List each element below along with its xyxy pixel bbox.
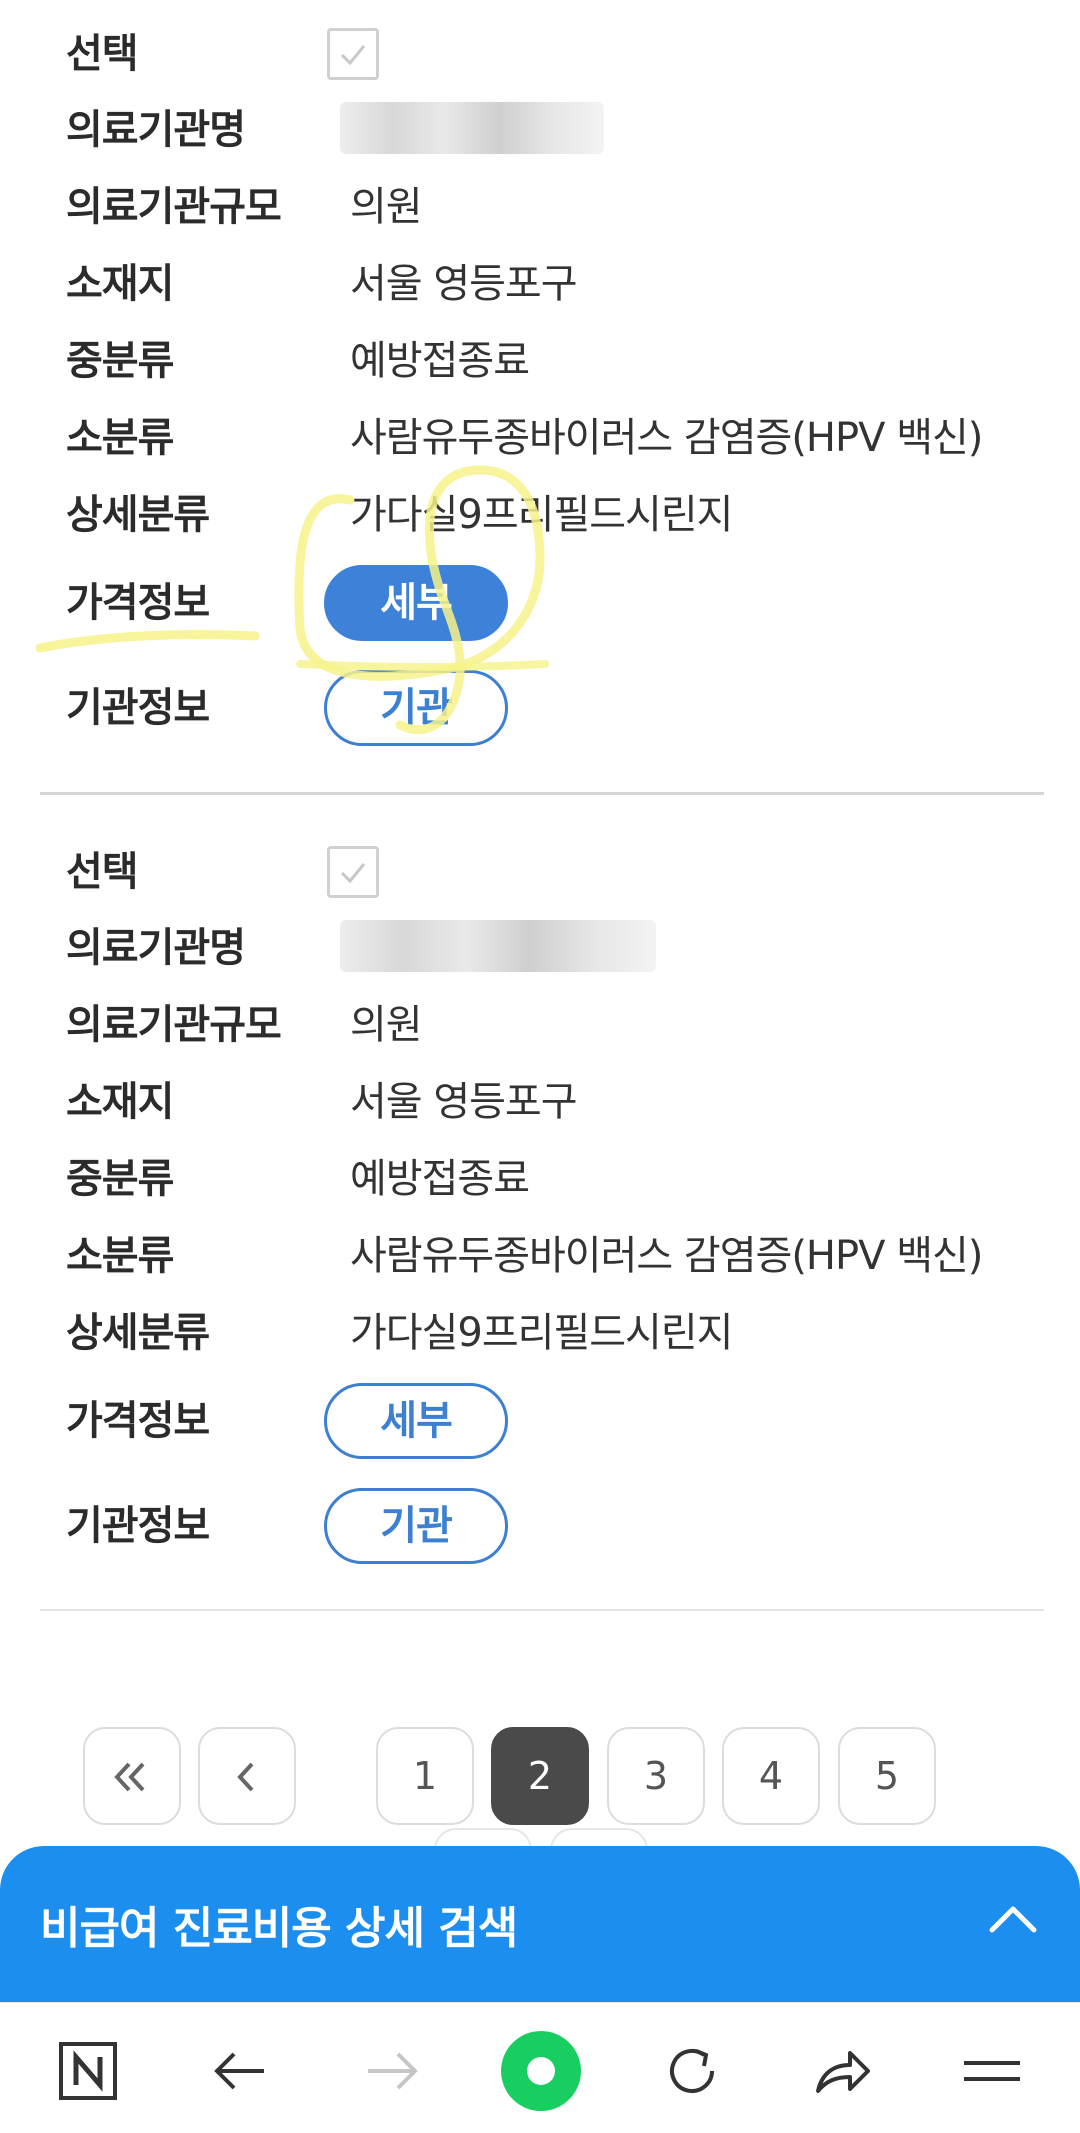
price-info-row: 가격정보 세부 <box>0 1383 1080 1459</box>
institution-info-label: 기관정보 <box>66 1503 210 1549</box>
location-label: 소재지 <box>66 261 174 307</box>
refresh-icon[interactable] <box>660 2039 724 2103</box>
mid-category-label: 중분류 <box>66 338 174 384</box>
scale-value: 의원 <box>350 184 423 230</box>
institution-detail-button[interactable]: 기관 <box>324 670 508 746</box>
page-button-1[interactable]: 1 <box>376 1727 474 1825</box>
page-button-3[interactable]: 3 <box>607 1727 705 1825</box>
mid-category-value: 예방접종료 <box>350 338 530 384</box>
menu-icon[interactable] <box>960 2039 1024 2103</box>
search-panel-title: 비급여 진료비용 상세 검색 <box>40 1903 518 1954</box>
location-value: 서울 영등포구 <box>350 261 578 307</box>
scale-row: 의료기관규모 의원 <box>0 995 1080 1055</box>
mid-category-row: 중분류 예방접종료 <box>0 1149 1080 1209</box>
price-detail-button[interactable]: 세부 <box>324 1383 508 1459</box>
institution-name-label: 의료기관명 <box>66 925 246 971</box>
page-button-4[interactable]: 4 <box>722 1727 820 1825</box>
sub-category-row: 소분류 사람유두종바이러스 감염증(HPV 백신) <box>0 408 1080 468</box>
detail-search-panel[interactable]: 비급여 진료비용 상세 검색 <box>0 1846 1080 2002</box>
prev-page-button[interactable] <box>198 1727 296 1825</box>
select-row: 선택 <box>0 842 1080 902</box>
price-info-row: 가격정보 세부 <box>0 565 1080 641</box>
sub-category-label: 소분류 <box>66 1233 174 1279</box>
sub-category-row: 소분류 사람유두종바이러스 감염증(HPV 백신) <box>0 1226 1080 1286</box>
location-value: 서울 영등포구 <box>350 1079 578 1125</box>
sub-category-label: 소분류 <box>66 415 174 461</box>
detail-category-row: 상세분류 가다실9프리필드시린지 <box>0 485 1080 545</box>
mid-category-value: 예방접종료 <box>350 1156 530 1202</box>
scale-label: 의료기관규모 <box>66 184 282 230</box>
institution-name-row: 의료기관명 <box>0 100 1080 160</box>
chevron-up-icon[interactable] <box>978 1886 1048 1956</box>
institution-detail-button[interactable]: 기관 <box>324 1488 508 1564</box>
select-label: 선택 <box>66 31 139 77</box>
sub-category-value: 사람유두종바이러스 감염증(HPV 백신) <box>350 1233 983 1279</box>
scale-row: 의료기관규모 의원 <box>0 177 1080 237</box>
double-chevron-left-icon <box>114 1762 145 1792</box>
check-icon <box>340 863 366 884</box>
location-row: 소재지 서울 영등포구 <box>0 1072 1080 1132</box>
detail-category-label: 상세분류 <box>66 1310 210 1356</box>
select-label: 선택 <box>66 849 139 895</box>
first-page-button[interactable] <box>83 1727 181 1825</box>
institution-info-row: 기관정보 기관 <box>0 670 1080 746</box>
price-detail-button[interactable]: 세부 <box>324 565 508 641</box>
page-button-2[interactable]: 2 <box>491 1727 589 1825</box>
mid-category-row: 중분류 예방접종료 <box>0 331 1080 391</box>
back-arrow-icon[interactable] <box>208 2039 272 2103</box>
detail-category-label: 상세분류 <box>66 492 210 538</box>
institution-info-label: 기관정보 <box>66 685 210 731</box>
forward-arrow-icon[interactable] <box>360 2039 424 2103</box>
institution-name-label: 의료기관명 <box>66 107 246 153</box>
naver-n-icon[interactable] <box>56 2039 120 2103</box>
detail-category-row: 상세분류 가다실9프리필드시린지 <box>0 1303 1080 1363</box>
location-row: 소재지 서울 영등포구 <box>0 254 1080 314</box>
page-button-5[interactable]: 5 <box>838 1727 936 1825</box>
list-end-divider <box>40 1609 1044 1611</box>
price-info-label: 가격정보 <box>66 580 210 626</box>
check-icon <box>340 45 366 66</box>
mid-category-label: 중분류 <box>66 1156 174 1202</box>
share-icon[interactable] <box>810 2039 874 2103</box>
detail-category-value: 가다실9프리필드시린지 <box>350 1310 733 1356</box>
record-divider <box>40 792 1044 795</box>
scale-value: 의원 <box>350 1002 423 1048</box>
scale-label: 의료기관규모 <box>66 1002 282 1048</box>
detail-category-value: 가다실9프리필드시린지 <box>350 492 733 538</box>
chevron-left-icon <box>237 1762 254 1792</box>
institution-name-redacted <box>340 920 656 972</box>
browser-toolbar <box>0 2002 1080 2133</box>
home-circle-icon[interactable] <box>499 2029 583 2113</box>
institution-info-row: 기관정보 기관 <box>0 1488 1080 1564</box>
location-label: 소재지 <box>66 1079 174 1125</box>
institution-name-row: 의료기관명 <box>0 918 1080 978</box>
price-info-label: 가격정보 <box>66 1398 210 1444</box>
select-row: 선택 <box>0 24 1080 84</box>
select-checkbox[interactable] <box>327 28 379 80</box>
sub-category-value: 사람유두종바이러스 감염증(HPV 백신) <box>350 415 983 461</box>
select-checkbox[interactable] <box>327 846 379 898</box>
institution-name-redacted <box>340 102 604 154</box>
